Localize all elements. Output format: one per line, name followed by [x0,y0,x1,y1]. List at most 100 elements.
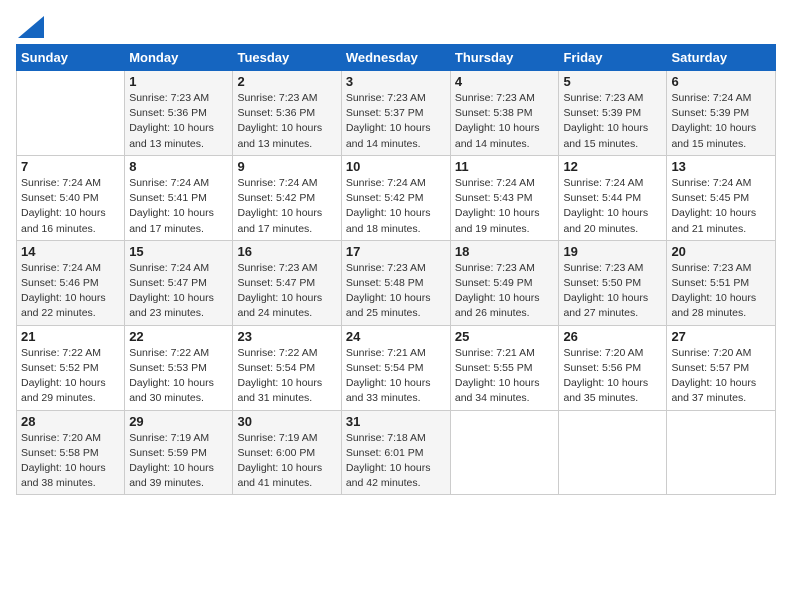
day-number: 19 [563,244,662,259]
day-info: Sunrise: 7:23 AMSunset: 5:49 PMDaylight:… [455,261,555,322]
day-info: Sunrise: 7:24 AMSunset: 5:39 PMDaylight:… [671,91,771,152]
calendar-cell: 23 Sunrise: 7:22 AMSunset: 5:54 PMDayligh… [233,325,341,410]
calendar-cell: 7 Sunrise: 7:24 AMSunset: 5:40 PMDaylight… [17,155,125,240]
day-number: 11 [455,159,555,174]
calendar-cell: 1 Sunrise: 7:23 AMSunset: 5:36 PMDaylight… [125,71,233,156]
weekday-header-sunday: Sunday [17,45,125,71]
day-info: Sunrise: 7:18 AMSunset: 6:01 PMDaylight:… [346,431,446,492]
calendar-cell: 19 Sunrise: 7:23 AMSunset: 5:50 PMDayligh… [559,240,667,325]
day-info: Sunrise: 7:24 AMSunset: 5:44 PMDaylight:… [563,176,662,237]
day-number: 26 [563,329,662,344]
day-info: Sunrise: 7:22 AMSunset: 5:54 PMDaylight:… [237,346,336,407]
day-number: 21 [21,329,120,344]
weekday-header-wednesday: Wednesday [341,45,450,71]
day-info: Sunrise: 7:23 AMSunset: 5:51 PMDaylight:… [671,261,771,322]
calendar-cell: 2 Sunrise: 7:23 AMSunset: 5:36 PMDaylight… [233,71,341,156]
day-info: Sunrise: 7:23 AMSunset: 5:36 PMDaylight:… [129,91,228,152]
calendar-cell: 6 Sunrise: 7:24 AMSunset: 5:39 PMDaylight… [667,71,776,156]
day-number: 1 [129,74,228,89]
calendar-cell: 4 Sunrise: 7:23 AMSunset: 5:38 PMDaylight… [450,71,559,156]
day-number: 10 [346,159,446,174]
day-number: 28 [21,414,120,429]
day-info: Sunrise: 7:23 AMSunset: 5:48 PMDaylight:… [346,261,446,322]
calendar-table: SundayMondayTuesdayWednesdayThursdayFrid… [16,44,776,495]
calendar-cell: 3 Sunrise: 7:23 AMSunset: 5:37 PMDaylight… [341,71,450,156]
day-info: Sunrise: 7:22 AMSunset: 5:53 PMDaylight:… [129,346,228,407]
calendar-cell: 22 Sunrise: 7:22 AMSunset: 5:53 PMDayligh… [125,325,233,410]
calendar-cell: 10 Sunrise: 7:24 AMSunset: 5:42 PMDayligh… [341,155,450,240]
day-number: 6 [671,74,771,89]
day-info: Sunrise: 7:23 AMSunset: 5:47 PMDaylight:… [237,261,336,322]
day-info: Sunrise: 7:24 AMSunset: 5:41 PMDaylight:… [129,176,228,237]
calendar-cell [559,410,667,495]
day-info: Sunrise: 7:19 AMSunset: 5:59 PMDaylight:… [129,431,228,492]
day-number: 29 [129,414,228,429]
day-info: Sunrise: 7:24 AMSunset: 5:42 PMDaylight:… [346,176,446,237]
day-info: Sunrise: 7:24 AMSunset: 5:40 PMDaylight:… [21,176,120,237]
day-number: 15 [129,244,228,259]
calendar-cell: 5 Sunrise: 7:23 AMSunset: 5:39 PMDaylight… [559,71,667,156]
day-info: Sunrise: 7:24 AMSunset: 5:45 PMDaylight:… [671,176,771,237]
calendar-cell: 13 Sunrise: 7:24 AMSunset: 5:45 PMDayligh… [667,155,776,240]
day-number: 17 [346,244,446,259]
day-number: 12 [563,159,662,174]
calendar-cell [17,71,125,156]
calendar-cell: 14 Sunrise: 7:24 AMSunset: 5:46 PMDayligh… [17,240,125,325]
calendar-cell: 27Sunrise: 7:20 AMSunset: 5:57 PMDayligh… [667,325,776,410]
day-number: 5 [563,74,662,89]
calendar-cell: 29 Sunrise: 7:19 AMSunset: 5:59 PMDayligh… [125,410,233,495]
day-number: 25 [455,329,555,344]
day-number: 7 [21,159,120,174]
calendar-cell: 8 Sunrise: 7:24 AMSunset: 5:41 PMDaylight… [125,155,233,240]
day-info: Sunrise: 7:23 AMSunset: 5:36 PMDaylight:… [237,91,336,152]
calendar-cell: 24 Sunrise: 7:21 AMSunset: 5:54 PMDayligh… [341,325,450,410]
day-info: Sunrise: 7:20 AMSunset: 5:58 PMDaylight:… [21,431,120,492]
day-info: Sunrise: 7:23 AMSunset: 5:38 PMDaylight:… [455,91,555,152]
week-row-3: 14 Sunrise: 7:24 AMSunset: 5:46 PMDayligh… [17,240,776,325]
day-number: 13 [671,159,771,174]
day-info: Sunrise: 7:19 AMSunset: 6:00 PMDaylight:… [237,431,336,492]
day-info: Sunrise: 7:23 AMSunset: 5:50 PMDaylight:… [563,261,662,322]
day-number: 9 [237,159,336,174]
day-info: Sunrise: 7:23 AMSunset: 5:39 PMDaylight:… [563,91,662,152]
day-number: 30 [237,414,336,429]
weekday-header-thursday: Thursday [450,45,559,71]
day-number: 16 [237,244,336,259]
day-info: Sunrise: 7:24 AMSunset: 5:42 PMDaylight:… [237,176,336,237]
day-number: 27 [671,329,771,344]
logo [16,16,44,34]
calendar-cell: 20Sunrise: 7:23 AMSunset: 5:51 PMDayligh… [667,240,776,325]
day-number: 2 [237,74,336,89]
day-info: Sunrise: 7:24 AMSunset: 5:46 PMDaylight:… [21,261,120,322]
calendar-cell [450,410,559,495]
day-info: Sunrise: 7:21 AMSunset: 5:55 PMDaylight:… [455,346,555,407]
day-info: Sunrise: 7:24 AMSunset: 5:43 PMDaylight:… [455,176,555,237]
day-info: Sunrise: 7:23 AMSunset: 5:37 PMDaylight:… [346,91,446,152]
calendar-cell: 31 Sunrise: 7:18 AMSunset: 6:01 PMDayligh… [341,410,450,495]
calendar-cell: 25 Sunrise: 7:21 AMSunset: 5:55 PMDayligh… [450,325,559,410]
calendar-cell: 16 Sunrise: 7:23 AMSunset: 5:47 PMDayligh… [233,240,341,325]
logo-icon [18,16,44,38]
day-info: Sunrise: 7:21 AMSunset: 5:54 PMDaylight:… [346,346,446,407]
weekday-header-monday: Monday [125,45,233,71]
day-info: Sunrise: 7:24 AMSunset: 5:47 PMDaylight:… [129,261,228,322]
day-number: 31 [346,414,446,429]
day-number: 14 [21,244,120,259]
day-number: 24 [346,329,446,344]
day-number: 18 [455,244,555,259]
weekday-header-row: SundayMondayTuesdayWednesdayThursdayFrid… [17,45,776,71]
day-number: 8 [129,159,228,174]
week-row-5: 28 Sunrise: 7:20 AMSunset: 5:58 PMDayligh… [17,410,776,495]
day-number: 23 [237,329,336,344]
calendar-cell: 28 Sunrise: 7:20 AMSunset: 5:58 PMDayligh… [17,410,125,495]
calendar-cell: 26 Sunrise: 7:20 AMSunset: 5:56 PMDayligh… [559,325,667,410]
calendar-cell: 11 Sunrise: 7:24 AMSunset: 5:43 PMDayligh… [450,155,559,240]
day-number: 3 [346,74,446,89]
day-number: 22 [129,329,228,344]
week-row-4: 21 Sunrise: 7:22 AMSunset: 5:52 PMDayligh… [17,325,776,410]
calendar-cell: 30 Sunrise: 7:19 AMSunset: 6:00 PMDayligh… [233,410,341,495]
day-info: Sunrise: 7:22 AMSunset: 5:52 PMDaylight:… [21,346,120,407]
day-number: 4 [455,74,555,89]
weekday-header-friday: Friday [559,45,667,71]
day-info: Sunrise: 7:20 AMSunset: 5:56 PMDaylight:… [563,346,662,407]
